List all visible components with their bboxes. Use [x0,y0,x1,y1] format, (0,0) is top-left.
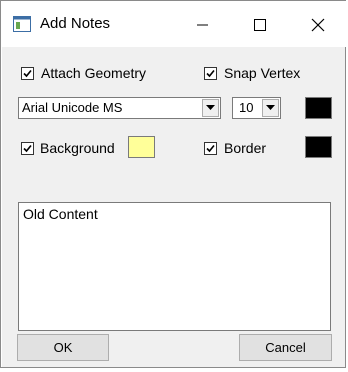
snap-vertex-checkbox[interactable] [204,67,217,80]
font-size-select[interactable]: 10 [232,97,281,119]
maximize-button[interactable] [237,1,283,47]
note-content-textarea[interactable]: Old Content [18,202,331,331]
border-checkbox[interactable] [204,142,217,155]
font-family-value: Arial Unicode MS [22,100,123,115]
attach-geometry-checkbox[interactable] [21,67,34,80]
background-checkbox[interactable] [21,142,34,155]
checkmark-icon [23,144,32,153]
dialog-body: Attach Geometry Snap Vertex Arial Unicod… [2,47,345,367]
font-family-select[interactable]: Arial Unicode MS [18,97,221,119]
font-size-dropdown-button[interactable] [262,99,279,117]
close-icon [311,18,325,32]
font-size-value: 10 [239,100,254,115]
font-color-swatch[interactable] [305,97,332,119]
checkmark-icon [23,69,32,78]
note-content-text: Old Content [23,206,98,222]
attach-geometry-label[interactable]: Attach Geometry [41,65,146,81]
snap-vertex-label[interactable]: Snap Vertex [224,65,300,81]
border-color-swatch[interactable] [305,136,332,158]
window-title: Add Notes [40,15,111,32]
title-bar[interactable]: Add Notes [1,1,347,47]
border-label[interactable]: Border [224,140,266,156]
chevron-down-icon [206,105,215,110]
font-family-dropdown-button[interactable] [202,99,219,117]
ok-button[interactable]: OK [17,334,109,361]
minimize-icon [197,24,208,26]
minimize-button[interactable] [179,1,225,47]
checkmark-icon [206,144,215,153]
background-color-swatch[interactable] [128,136,155,158]
checkmark-icon [206,69,215,78]
cancel-button[interactable]: Cancel [239,334,332,361]
background-label[interactable]: Background [40,140,115,156]
chevron-down-icon [266,105,275,110]
close-button[interactable] [295,1,341,47]
app-icon [13,16,31,32]
add-notes-dialog: Add Notes Attach Geometry Snap Vertex Ar… [0,0,347,368]
maximize-icon [254,19,266,31]
